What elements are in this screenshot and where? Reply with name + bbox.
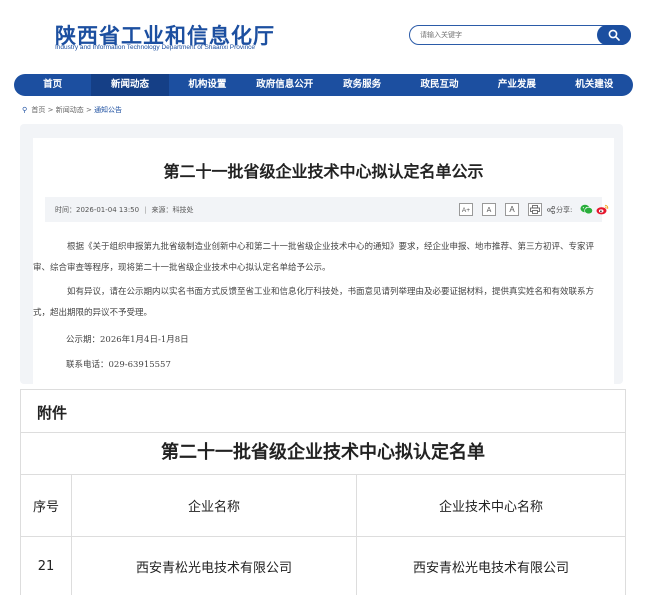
print-icon (530, 205, 540, 214)
nav-item-interaction[interactable]: 政民互动 (401, 74, 478, 96)
publish-time: 2026-01-04 13:50 (76, 206, 140, 214)
nav-item-services[interactable]: 政务服务 (324, 74, 401, 96)
nav-item-organization[interactable]: 机构设置 (169, 74, 246, 96)
font-reset-label: A (509, 205, 515, 214)
breadcrumb-separator: > (85, 106, 92, 114)
publicity-period: 公示期：2026年1月4日-1月8日 (66, 335, 189, 345)
font-increase-button[interactable]: A+ (459, 203, 473, 216)
table-header-cell: 序号 (20, 474, 72, 537)
search-bar (409, 24, 631, 45)
site-subtitle: Industry and Information Technology Depa… (55, 44, 256, 51)
table-cell: 21 (20, 536, 72, 595)
font-reset-button[interactable]: A (505, 203, 519, 216)
attachment-header: 附件 (20, 389, 626, 433)
article-meta-bar: 时间：2026-01-04 13:50 | 来源：科技处 A+ A A 分享: (45, 197, 609, 222)
article-paragraph-2: 如有异议，请在公示期内以实名书面方式反馈至省工业和信息化厅科技处，书面意见请列举… (33, 282, 614, 324)
paragraph-text: 如有异议，请在公示期内以实名书面方式反馈至省工业和信息化厅科技处，书面意见请列举… (33, 287, 595, 318)
nav-item-home[interactable]: 首页 (14, 74, 91, 96)
site-header: 陕西省工业和信息化厅 Industry and Information Tech… (0, 0, 657, 72)
breadcrumb-news[interactable]: 新闻动态 (56, 106, 84, 114)
table-title: 第二十一批省级企业技术中心拟认定名单 (20, 432, 626, 475)
share-label: 分享: (556, 206, 573, 214)
main-nav: 首页 新闻动态 机构设置 政府信息公开 政务服务 政民互动 产业发展 机关建设 (14, 74, 633, 96)
print-button[interactable] (528, 203, 542, 216)
table-header-cell: 企业名称 (71, 474, 357, 537)
article-source: 科技处 (172, 206, 194, 214)
source-label: 来源： (151, 206, 173, 214)
attachment-document: 附件 第二十一批省级企业技术中心拟认定名单 序号 企业名称 企业技术中心名称 2… (20, 389, 628, 595)
table-header-cell: 企业技术中心名称 (356, 474, 626, 537)
nav-item-party[interactable]: 机关建设 (556, 74, 633, 96)
font-decrease-button[interactable]: A (482, 203, 496, 216)
paragraph-text: 根据《关于组织申报第九批省级制造业创新中心和第二十一批省级企业技术中心的通知》要… (33, 242, 595, 273)
breadcrumb-separator: > (47, 106, 54, 114)
article-paragraph-1: 根据《关于组织申报第九批省级制造业创新中心和第二十一批省级企业技术中心的通知》要… (33, 237, 614, 279)
nav-item-industry[interactable]: 产业发展 (478, 74, 555, 96)
share-icon (547, 206, 555, 214)
search-button[interactable] (597, 24, 631, 45)
search-input[interactable] (420, 28, 580, 41)
article-meta: 时间：2026-01-04 13:50 | 来源：科技处 (55, 205, 193, 215)
search-icon (608, 29, 620, 41)
wechat-icon[interactable] (580, 204, 593, 215)
nav-item-news[interactable]: 新闻动态 (91, 74, 169, 96)
font-increase-label: A+ (461, 207, 471, 214)
font-decrease-label: A (486, 207, 492, 214)
breadcrumb: ⚲ 首页 > 新闻动态 > 通知公告 (22, 105, 122, 115)
attachment-heading: 附件 (37, 404, 68, 422)
time-label: 时间： (55, 206, 76, 214)
article-title: 第二十一批省级企业技术中心拟认定名单公示 (163, 162, 484, 181)
table-cell: 西安青松光电技术有限公司 (71, 536, 357, 595)
article-card: 第二十一批省级企业技术中心拟认定名单公示 时间：2026-01-04 13:50… (33, 138, 614, 384)
nav-item-gov-info[interactable]: 政府信息公开 (246, 74, 323, 96)
contact-phone: 联系电话：029-63915557 (66, 360, 171, 370)
table-cell: 西安青松光电技术有限公司 (356, 536, 626, 595)
location-icon: ⚲ (22, 106, 28, 114)
meta-divider: | (144, 206, 147, 214)
weibo-icon[interactable] (596, 204, 609, 215)
breadcrumb-home[interactable]: 首页 (31, 106, 45, 114)
breadcrumb-notices[interactable]: 通知公告 (94, 106, 122, 114)
